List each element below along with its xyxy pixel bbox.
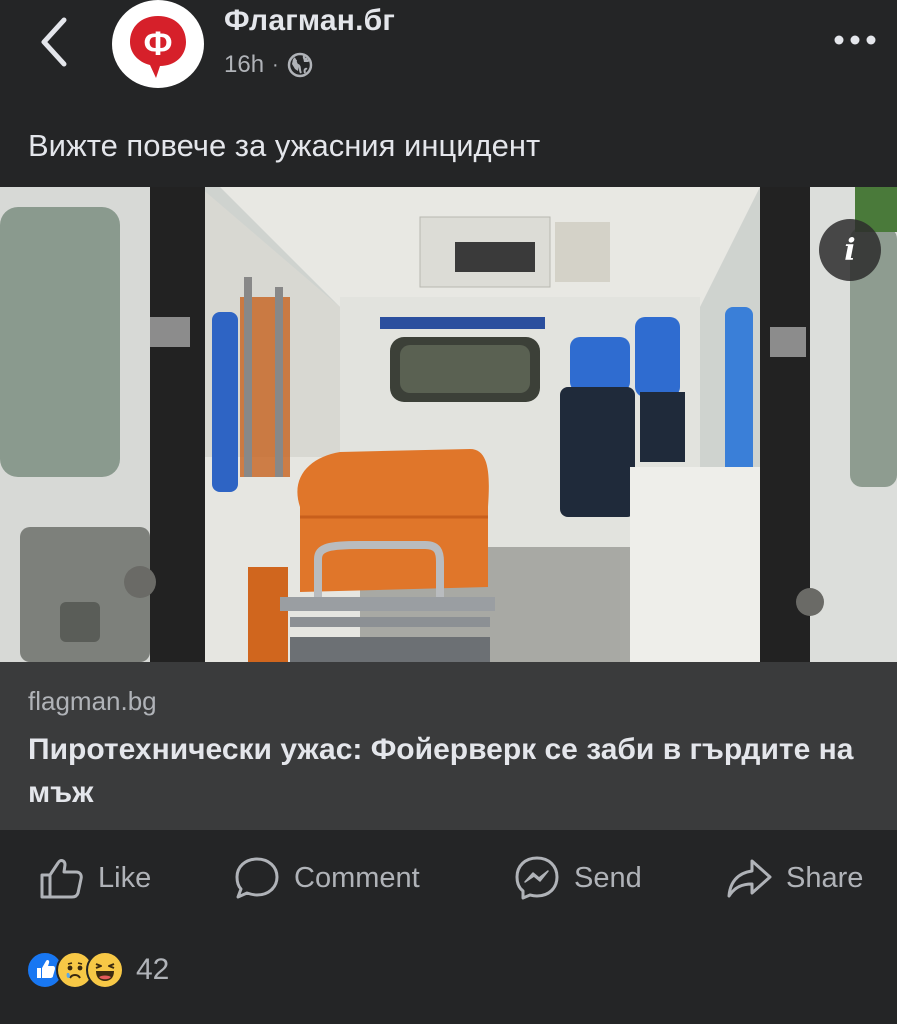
- link-domain: flagman.bg: [28, 686, 157, 716]
- reaction-count: 42: [136, 953, 170, 986]
- comment-icon: [235, 857, 279, 899]
- send-button[interactable]: Send: [514, 848, 642, 908]
- reactions-summary[interactable]: 42: [26, 950, 169, 990]
- back-button[interactable]: [34, 14, 78, 70]
- comment-label: Comment: [294, 861, 420, 894]
- more-dots-icon: [834, 35, 876, 45]
- avatar-letter: Ф: [143, 25, 172, 63]
- more-options-button[interactable]: [833, 30, 877, 50]
- page-avatar[interactable]: Ф: [112, 0, 204, 88]
- like-label: Like: [98, 861, 152, 894]
- messenger-icon: [515, 856, 559, 900]
- like-icon: [40, 859, 83, 899]
- post-header: Ф Флагман.бг 16h ·: [0, 0, 897, 110]
- share-icon: [727, 859, 772, 898]
- post-time[interactable]: 16h: [224, 51, 264, 79]
- like-button[interactable]: Like: [38, 848, 151, 908]
- globe-icon: [287, 52, 312, 78]
- post-text: Вижте повече за ужасния инцидент: [28, 128, 541, 163]
- ambulance-interior-image: [0, 187, 897, 662]
- page-name[interactable]: Флагман.бг: [224, 4, 395, 38]
- send-label: Send: [574, 861, 642, 894]
- chevron-left-icon: [41, 17, 67, 67]
- haha-reaction-icon: [86, 951, 124, 989]
- share-label: Share: [786, 861, 864, 894]
- flagman-logo-icon: Ф: [130, 16, 186, 78]
- share-button[interactable]: Share: [726, 848, 863, 908]
- link-title[interactable]: Пиротехнически ужас: Фойерверк се заби в…: [28, 728, 868, 814]
- meta-separator: ·: [272, 53, 279, 76]
- info-button[interactable]: i: [819, 219, 881, 281]
- comment-button[interactable]: Comment: [234, 848, 420, 908]
- action-bar: Like Comment Send Share: [0, 848, 897, 908]
- post-meta: 16h ·: [224, 50, 313, 80]
- post-image[interactable]: i: [0, 187, 897, 662]
- link-preview[interactable]: flagman.bg Пиротехнически ужас: Фойервер…: [0, 662, 897, 830]
